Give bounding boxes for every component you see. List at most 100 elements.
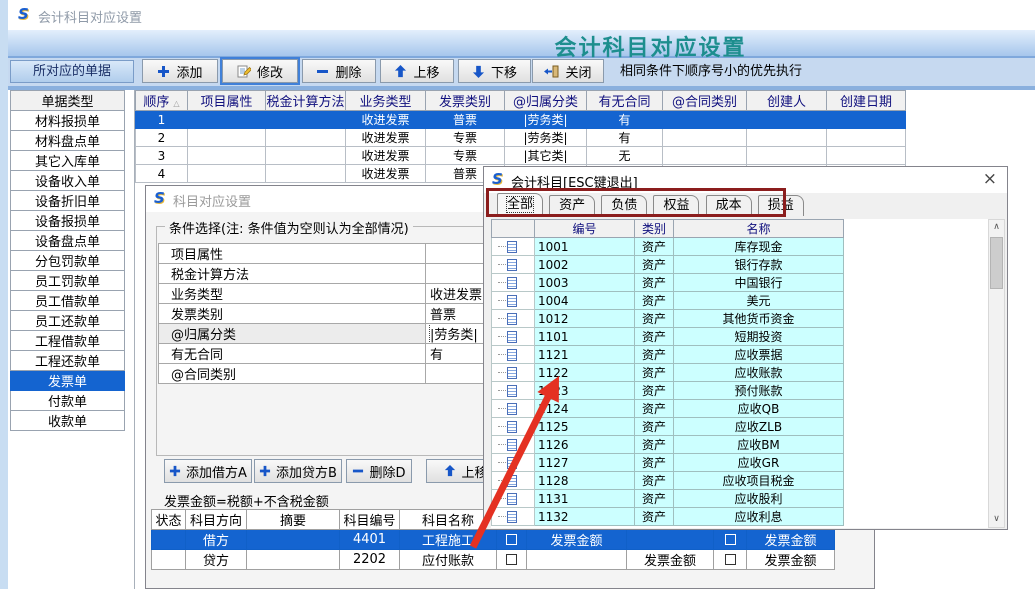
sidebar-item-selected[interactable]: 发票单: [11, 371, 125, 391]
sidebar-item[interactable]: 员工借款单: [11, 291, 125, 311]
rules-header-row: 顺序△ 项目属性 税金计算方法 业务类型 发票类别 @归属分类 有无合同 @合同…: [136, 91, 906, 111]
doc-types-header: 单据类型: [11, 91, 125, 111]
sidebar-item[interactable]: 设备盘点单: [11, 231, 125, 251]
col-contracttype[interactable]: @合同类别: [663, 91, 747, 111]
move-up-button[interactable]: 上移: [380, 59, 454, 83]
add-button-label: 添加: [176, 62, 202, 81]
document-icon: [507, 331, 517, 343]
close-icon[interactable]: ×: [983, 169, 997, 189]
add-debit-button[interactable]: 添加借方A: [164, 459, 252, 483]
sidebar-item[interactable]: 材料报损单: [11, 111, 125, 131]
col-project[interactable]: 项目属性: [188, 91, 266, 111]
minus-icon: [316, 65, 329, 78]
move-down-button[interactable]: 下移: [458, 59, 531, 83]
col-contract[interactable]: 有无合同: [587, 91, 663, 111]
col-code[interactable]: 编号: [535, 220, 635, 238]
checkbox[interactable]: [506, 554, 517, 565]
edit-icon: [237, 64, 251, 78]
annotation-red-arrow: [458, 368, 570, 554]
left-edge-strip: [0, 0, 8, 589]
modify-button[interactable]: 修改: [222, 59, 298, 83]
doc-types-panel: 单据类型 材料报损单 材料盘点单 其它入库单 设备收入单 设备折旧单 设备报损单…: [8, 90, 135, 589]
add-button[interactable]: 添加: [142, 59, 218, 83]
minus-icon: [352, 465, 364, 477]
toolbar: 所对应的单据 添加 修改 删除 上移 下移 关闭 相同条件下顺序号小的优先执行: [8, 58, 1035, 86]
col-biztype[interactable]: 业务类型: [346, 91, 426, 111]
sidebar-item[interactable]: 收款单: [11, 411, 125, 431]
sidebar-item[interactable]: 员工罚款单: [11, 271, 125, 291]
close-button-label: 关闭: [565, 62, 591, 81]
sidebar-item[interactable]: 工程借款单: [11, 331, 125, 351]
sidebar-item[interactable]: 设备报损单: [11, 211, 125, 231]
subject-row[interactable]: 1002资产银行存款: [492, 256, 844, 274]
document-icon: [507, 295, 517, 307]
document-icon: [507, 241, 517, 253]
add-credit-button[interactable]: 添加贷方B: [254, 459, 342, 483]
plus-icon: [259, 465, 271, 477]
arrow-down-icon: [472, 65, 485, 78]
checkbox[interactable]: [725, 554, 736, 565]
app-icon: S: [492, 172, 503, 187]
sidebar-item[interactable]: 工程还款单: [11, 351, 125, 371]
rule-row[interactable]: 3收进发票专票|其它类|无: [136, 147, 906, 165]
subject-row[interactable]: 1012资产其他货币资金: [492, 310, 844, 328]
scroll-down-icon[interactable]: ∨: [989, 512, 1004, 527]
sidebar-item[interactable]: 员工还款单: [11, 311, 125, 331]
condition-groupbox-label: 条件选择(注: 条件值为空则认为全部情况): [165, 218, 413, 237]
col-taxmethod[interactable]: 税金计算方法: [266, 91, 346, 111]
scrollbar-thumb[interactable]: [990, 237, 1003, 289]
delete-entry-button[interactable]: 删除D: [346, 459, 412, 483]
scrollbar[interactable]: ∧ ∨: [988, 219, 1005, 528]
col-cat[interactable]: 类别: [635, 220, 674, 238]
checkbox[interactable]: [725, 534, 736, 545]
subjects-header-row: 编号 类别 名称: [492, 220, 844, 238]
window-title: 会计科目对应设置: [38, 7, 142, 26]
annotation-red-rectangle: [486, 188, 786, 217]
subject-row[interactable]: 1004资产美元: [492, 292, 844, 310]
col-name[interactable]: 名称: [674, 220, 844, 238]
rule-row-selected[interactable]: 1收进发票普票|劳务类|有: [136, 111, 906, 129]
sidebar-item[interactable]: 材料盘点单: [11, 131, 125, 151]
scroll-up-icon[interactable]: ∧: [989, 220, 1004, 235]
delete-button-label: 删除: [335, 62, 361, 81]
move-down-button-label: 下移: [491, 62, 517, 81]
arrow-up-icon: [444, 465, 456, 477]
close-button[interactable]: 关闭: [532, 59, 604, 83]
col-category[interactable]: @归属分类: [505, 91, 587, 111]
col-invtype[interactable]: 发票类别: [426, 91, 505, 111]
modify-button-label: 修改: [257, 62, 283, 81]
delete-button[interactable]: 删除: [302, 59, 376, 83]
plus-icon: [157, 65, 170, 78]
document-icon: [507, 277, 517, 289]
amount-formula-text: 发票金额=税额+不含税金额: [164, 491, 329, 510]
app-icon: S: [18, 7, 29, 22]
mapping-dialog-title: 科目对应设置: [173, 191, 251, 210]
window-titlebar: S 会计科目对应设置: [8, 0, 1035, 30]
col-createdate[interactable]: 创建日期: [827, 91, 906, 111]
banner: 会计科目对应设置: [8, 30, 1035, 58]
sort-icon: △: [173, 99, 179, 108]
close-door-icon: [544, 65, 559, 78]
subject-row[interactable]: 1003资产中国银行: [492, 274, 844, 292]
app-icon: S: [154, 191, 165, 206]
rule-row[interactable]: 2收进发票专票|劳务类|有: [136, 129, 906, 147]
document-icon: [507, 313, 517, 325]
sidebar-item[interactable]: 付款单: [11, 391, 125, 411]
priority-hint-text: 相同条件下顺序号小的优先执行: [620, 58, 802, 86]
doc-types-list: 单据类型 材料报损单 材料盘点单 其它入库单 设备收入单 设备折旧单 设备报损单…: [10, 90, 125, 431]
docs-panel-label: 所对应的单据: [10, 60, 134, 83]
col-creator[interactable]: 创建人: [747, 91, 827, 111]
sidebar-item[interactable]: 设备收入单: [11, 171, 125, 191]
sidebar-item[interactable]: 其它入库单: [11, 151, 125, 171]
subject-row[interactable]: 1101资产短期投资: [492, 328, 844, 346]
app-window: S 会计科目对应设置 会计科目对应设置 所对应的单据 添加 修改 删除 上移 下…: [0, 0, 1035, 589]
subject-row[interactable]: 1001资产库存现金: [492, 238, 844, 256]
sidebar-item[interactable]: 设备折旧单: [11, 191, 125, 211]
document-icon: [507, 259, 517, 271]
col-seq[interactable]: 顺序△: [136, 91, 188, 111]
sidebar-item[interactable]: 分包罚款单: [11, 251, 125, 271]
move-up-button-label: 上移: [413, 62, 439, 81]
arrow-up-icon: [394, 65, 407, 78]
subject-row[interactable]: 1121资产应收票据: [492, 346, 844, 364]
document-icon: [507, 349, 517, 361]
